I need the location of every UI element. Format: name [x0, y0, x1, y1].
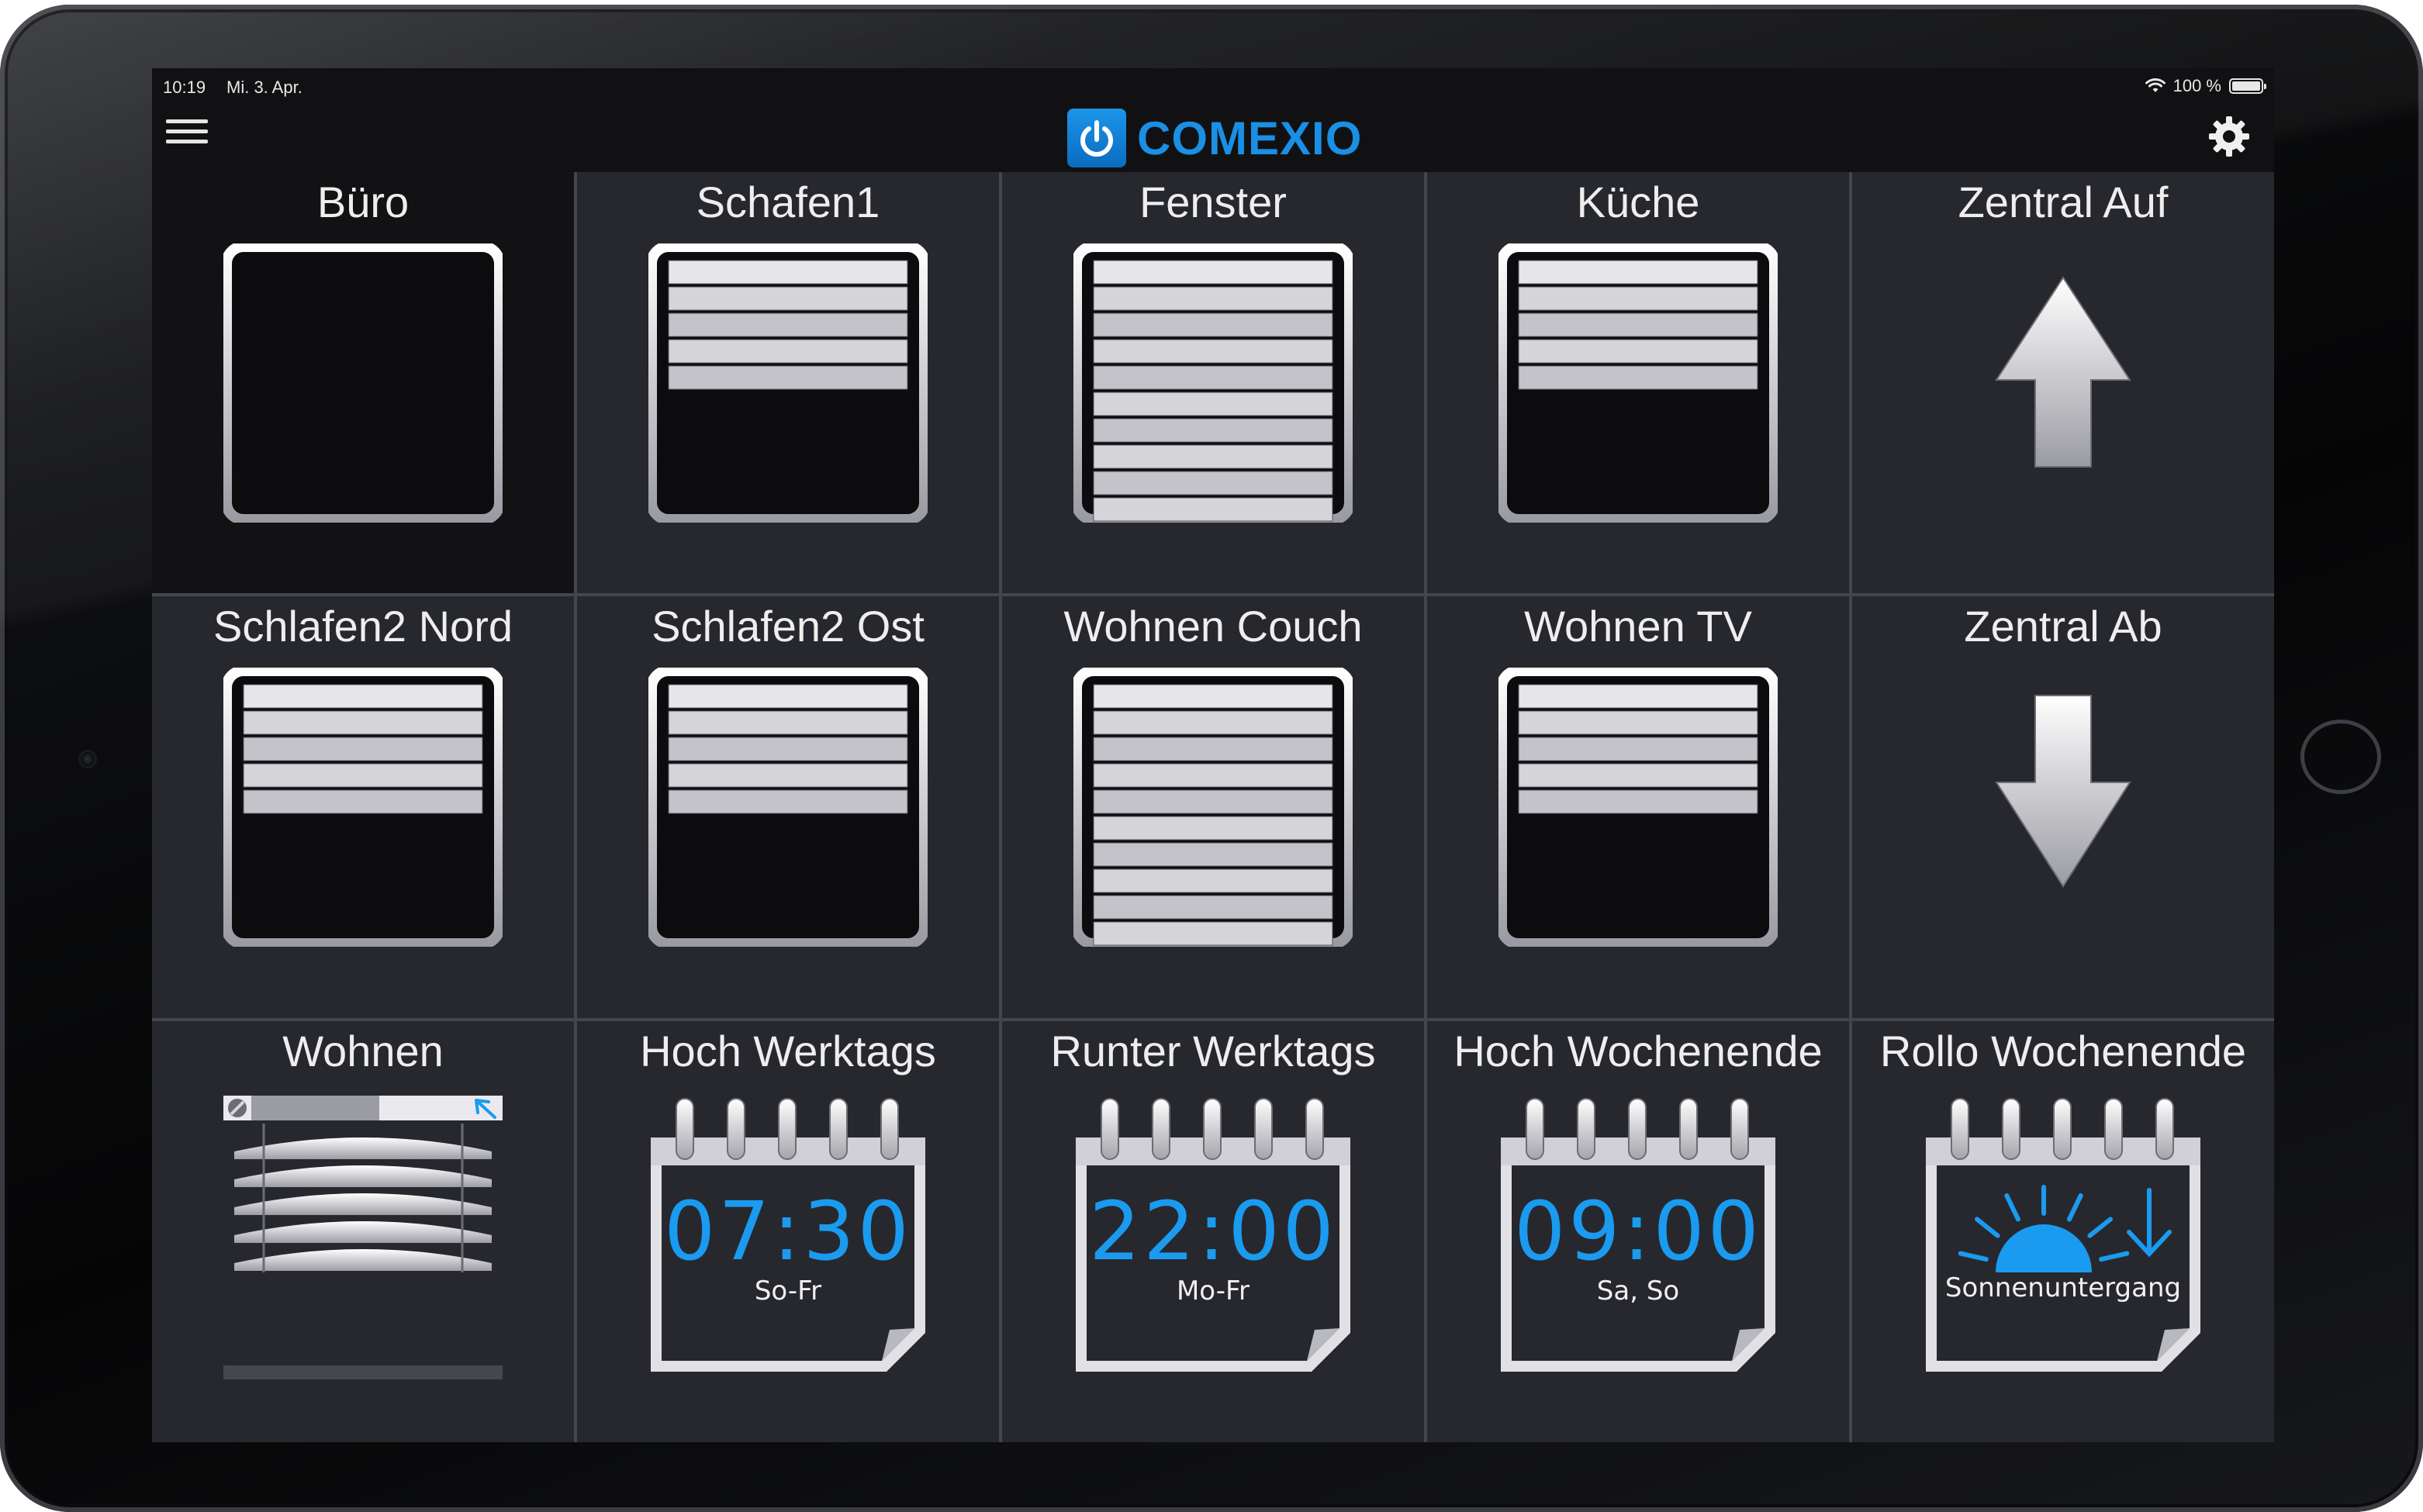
shutter-partial-icon — [1498, 668, 1778, 948]
tile-runter-werktags[interactable]: Runter Werktags 22:00 Mo-Fr — [1002, 1020, 1424, 1442]
wifi-icon — [2145, 78, 2165, 92]
schedule-days: So-Fr — [754, 1275, 822, 1307]
battery-percent: 100 % — [2172, 76, 2221, 95]
tile-zentral-ab[interactable]: Zentral Ab — [1852, 596, 2274, 1018]
power-icon — [1067, 109, 1126, 167]
shutter-partial-icon — [1498, 243, 1778, 523]
arrow-up-icon — [1995, 276, 2131, 468]
tile-wohnen[interactable]: Wohnen — [152, 1020, 574, 1442]
schedule-time: 07:30 — [664, 1183, 912, 1279]
tile-label: Küche — [1576, 178, 1700, 226]
tile-label: Rollo Wochenende — [1879, 1026, 2247, 1075]
schedule-sunset-caption: Sonnenuntergang — [1944, 1272, 2182, 1303]
schedule-time: 09:00 — [1514, 1183, 1762, 1279]
shutter-closed-icon — [1073, 243, 1353, 523]
status-indicators: 100 % — [2145, 76, 2266, 96]
shutter-partial-icon — [648, 668, 928, 948]
shutter-partial-icon — [648, 243, 928, 523]
tile-label: Schafen1 — [696, 178, 880, 226]
tile-label: Zentral Ab — [1964, 602, 2162, 651]
battery-icon — [2229, 78, 2266, 94]
tile-hoch-wochenende[interactable]: Hoch Wochenende 09:00 Sa, So — [1427, 1020, 1849, 1442]
tile-label: Fenster — [1139, 178, 1287, 226]
tile-kueche[interactable]: Küche — [1427, 172, 1849, 594]
schedule-time: 22:00 — [1089, 1183, 1337, 1279]
tile-zentral-auf[interactable]: Zentral Auf — [1852, 172, 2274, 594]
tile-wohnen-tv[interactable]: Wohnen TV — [1427, 596, 1849, 1018]
tile-schlafen2-nord[interactable]: Schlafen2 Nord — [152, 596, 574, 1018]
schedule-days: Sa, So — [1596, 1275, 1680, 1307]
home-button[interactable] — [2300, 720, 2381, 794]
shutter-closed-icon — [1073, 668, 1353, 948]
front-camera — [81, 752, 95, 766]
tile-label: Runter Werktags — [1050, 1026, 1376, 1075]
hamburger-menu-icon[interactable] — [166, 119, 208, 147]
calendar-sunset-icon — [1926, 1097, 2200, 1372]
brand-logo: COMEXIO — [1067, 109, 1362, 167]
tile-fenster[interactable]: Fenster — [1002, 172, 1424, 594]
schedule-days: Mo-Fr — [1176, 1275, 1250, 1307]
shutter-partial-icon — [223, 668, 503, 948]
tile-wohnen-couch[interactable]: Wohnen Couch — [1002, 596, 1424, 1018]
tile-label: Wohnen TV — [1524, 602, 1752, 651]
brand-name: COMEXIO — [1137, 112, 1363, 164]
tile-label: Hoch Wochenende — [1453, 1026, 1823, 1075]
tile-label: Büro — [316, 178, 410, 226]
gear-icon[interactable] — [2207, 115, 2251, 158]
tile-schlafen2-ost[interactable]: Schlafen2 Ost — [577, 596, 999, 1018]
status-time: 10:19 — [163, 78, 206, 97]
control-grid: Büro Schafen1 Fenster Küche Zentral Auf — [152, 172, 2274, 1442]
battery-level — [2232, 81, 2260, 91]
tile-label: Schlafen2 Nord — [213, 602, 513, 651]
arrow-down-icon — [1995, 695, 2131, 889]
tile-buero[interactable]: Büro — [152, 172, 574, 594]
shutter-open-icon — [223, 243, 503, 523]
app-header: COMEXIO — [152, 99, 2274, 169]
tile-label: Hoch Werktags — [640, 1026, 936, 1075]
app-screen: 10:19 Mi. 3. Apr. 100 % COMEXIO Büro Sch… — [152, 68, 2274, 1442]
tile-hoch-werktags[interactable]: Hoch Werktags 07:30 So-Fr — [577, 1020, 999, 1442]
tile-label: Wohnen — [282, 1026, 444, 1075]
tile-label: Schlafen2 Ost — [652, 602, 925, 651]
tile-label: Zentral Auf — [1958, 178, 2169, 226]
tile-schafen1[interactable]: Schafen1 — [577, 172, 999, 594]
venetian-blind-icon — [223, 1095, 503, 1379]
tile-rollo-wochenende[interactable]: Rollo Wochenende Sonnenuntergang — [1852, 1020, 2274, 1442]
status-date: Mi. 3. Apr. — [226, 78, 302, 97]
tile-label: Wohnen Couch — [1063, 602, 1363, 651]
